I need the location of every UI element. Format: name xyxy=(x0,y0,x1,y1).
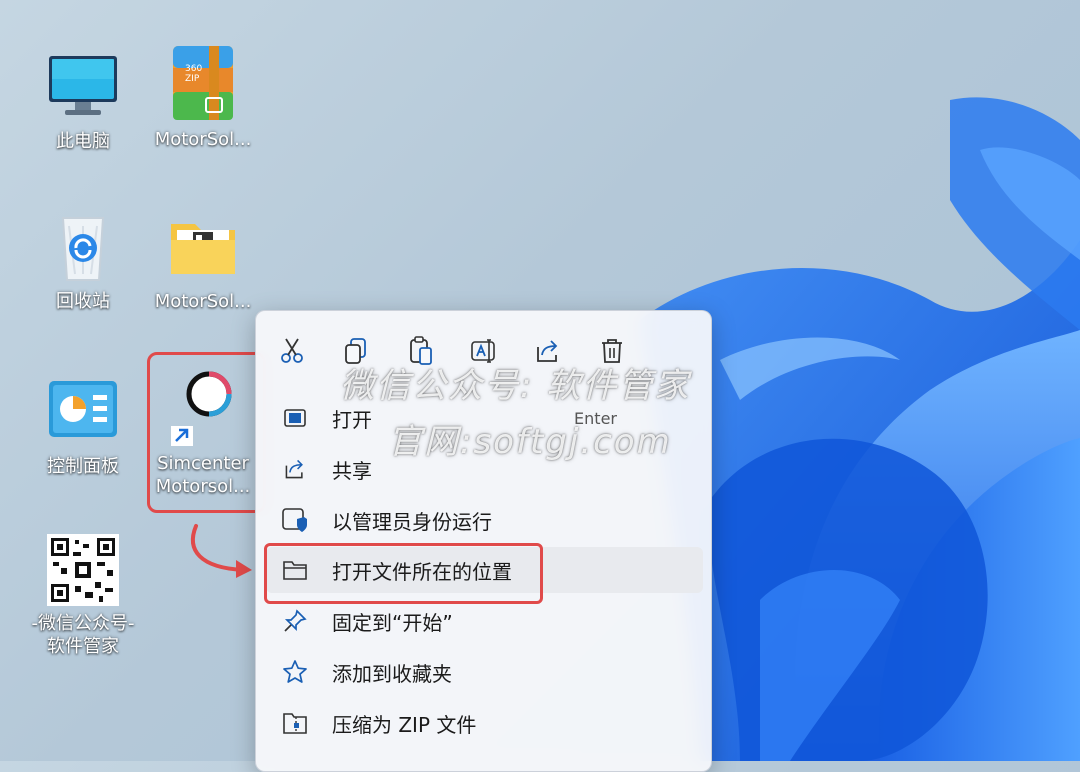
recycle-bin-icon xyxy=(45,210,121,286)
zip-badge-text: 360 ZIP xyxy=(185,64,203,84)
desktop-icon-motorsol-folder[interactable]: MotorSol... xyxy=(148,210,258,313)
annotation-highlight-menu-item xyxy=(264,543,543,604)
desktop-icon-motorsol-zip[interactable]: 360 ZIP MotorSol... xyxy=(148,42,258,151)
desktop-icon-label: -微信公众号- 软件管家 xyxy=(31,613,135,657)
open-app-icon xyxy=(278,403,312,433)
desktop-icon-control-panel[interactable]: 控制面板 xyxy=(28,375,138,478)
cut-icon xyxy=(281,338,303,363)
menu-item-label: 压缩为 ZIP 文件 xyxy=(332,712,477,737)
desktop-icon-label: 控制面板 xyxy=(47,456,119,477)
menu-item-label: 共享 xyxy=(332,458,372,483)
menu-item-compress-zip[interactable]: 压缩为 ZIP 文件 xyxy=(266,700,703,746)
qr-code-icon xyxy=(45,532,121,608)
desktop-icon-label: 回收站 xyxy=(56,291,110,312)
desktop-icon-label: MotorSol... xyxy=(154,129,252,150)
annotation-highlight-icon xyxy=(147,352,266,513)
monitor-icon xyxy=(45,50,121,126)
desktop-icon-recycle-bin[interactable]: 回收站 xyxy=(28,210,138,313)
menu-item-label: 打开 xyxy=(332,407,372,432)
star-icon xyxy=(278,657,312,687)
zip-archive-icon: 360 ZIP xyxy=(165,42,241,124)
control-panel-icon xyxy=(45,375,121,451)
menu-item-pin-to-start[interactable]: 固定到“开始” xyxy=(266,598,703,644)
menu-item-label: 以管理员身份运行 xyxy=(332,509,492,534)
pin-icon xyxy=(278,606,312,636)
desktop-icon-label: MotorSol... xyxy=(154,291,252,312)
desktop-icon-this-pc[interactable]: 此电脑 xyxy=(28,50,138,153)
shield-icon xyxy=(278,505,312,535)
watermark-line-1: 微信公众号: 软件管家 xyxy=(340,366,691,406)
menu-item-add-to-favorites[interactable]: 添加到收藏夹 xyxy=(266,649,703,695)
menu-item-label: 添加到收藏夹 xyxy=(332,661,452,686)
toolbar-cut-button[interactable] xyxy=(272,333,312,369)
menu-item-run-as-admin[interactable]: 以管理员身份运行 xyxy=(266,497,703,543)
menu-item-label: 固定到“开始” xyxy=(332,610,453,635)
desktop-icon-wechat-qr[interactable]: -微信公众号- 软件管家 xyxy=(28,532,138,658)
watermark-line-2: 官网:softgj.com xyxy=(388,422,672,462)
zip-icon xyxy=(278,708,312,738)
desktop-icon-label: 此电脑 xyxy=(56,131,110,152)
share-icon xyxy=(278,454,312,484)
folder-icon xyxy=(165,210,241,286)
